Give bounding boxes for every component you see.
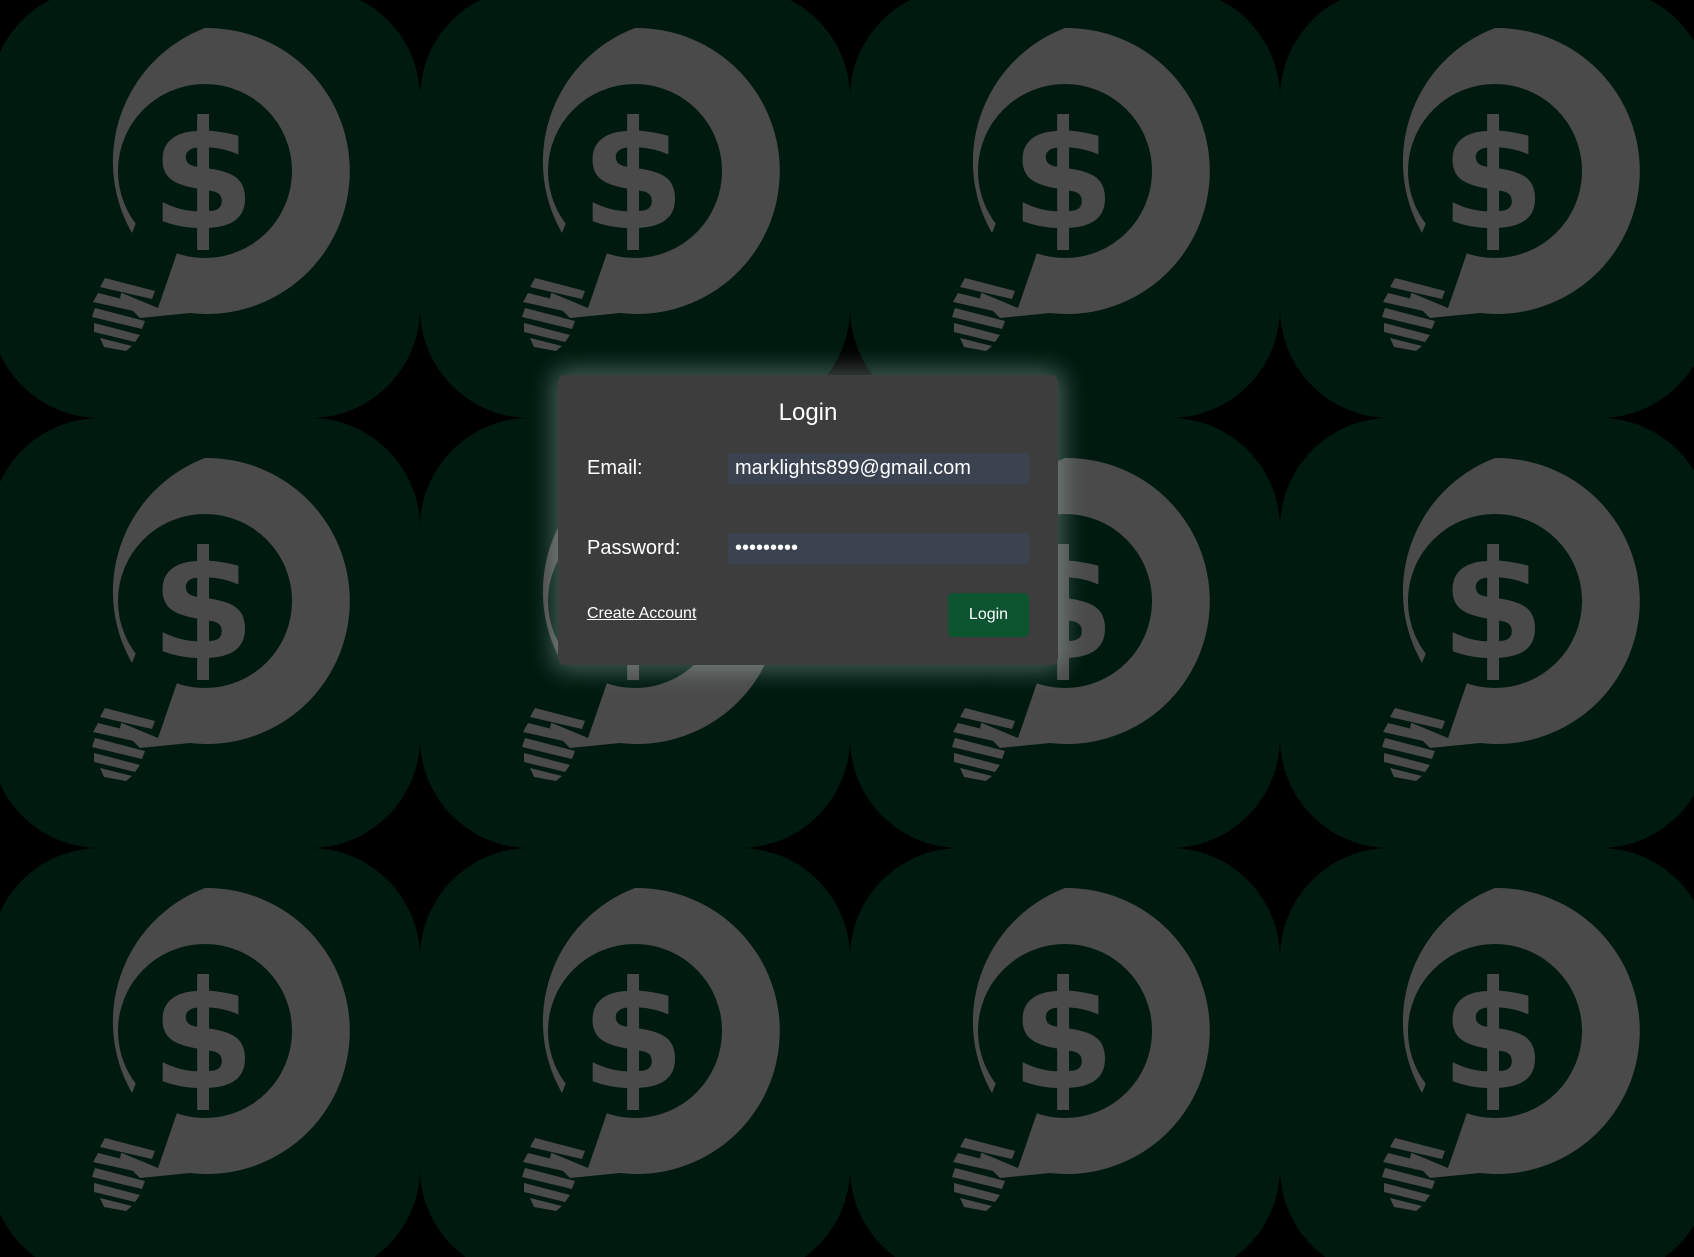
svg-text:$: $	[1011, 90, 1115, 264]
lightbulb-dollar-icon: $	[0, 418, 420, 848]
password-field[interactable]	[728, 533, 1029, 564]
lightbulb-dollar-icon: $	[420, 0, 850, 418]
email-field[interactable]	[728, 453, 1029, 484]
email-label: Email:	[587, 457, 643, 479]
login-card: Login Email: Password: Create Account Lo…	[558, 375, 1058, 665]
svg-text:$: $	[151, 520, 255, 694]
svg-text:$: $	[1441, 520, 1545, 694]
svg-text:$: $	[581, 90, 685, 264]
lightbulb-dollar-icon: $	[420, 848, 850, 1257]
password-label: Password:	[587, 537, 681, 559]
login-button[interactable]: Login	[948, 593, 1029, 637]
svg-text:$: $	[151, 950, 255, 1124]
svg-text:$: $	[151, 90, 255, 264]
lightbulb-dollar-icon: $	[850, 848, 1280, 1257]
svg-text:$: $	[581, 950, 685, 1124]
svg-text:$: $	[1011, 950, 1115, 1124]
login-title: Login	[778, 399, 838, 426]
lightbulb-dollar-icon: $	[1280, 418, 1694, 848]
lightbulb-dollar-icon: $	[1280, 848, 1694, 1257]
lightbulb-dollar-icon: $	[1280, 0, 1694, 418]
lightbulb-dollar-icon: $	[0, 0, 420, 418]
svg-text:$: $	[1441, 90, 1545, 264]
lightbulb-dollar-icon: $	[0, 848, 420, 1257]
lightbulb-dollar-icon: $	[850, 0, 1280, 418]
svg-text:$: $	[1441, 950, 1545, 1124]
create-account-link[interactable]: Create Account	[587, 605, 696, 623]
